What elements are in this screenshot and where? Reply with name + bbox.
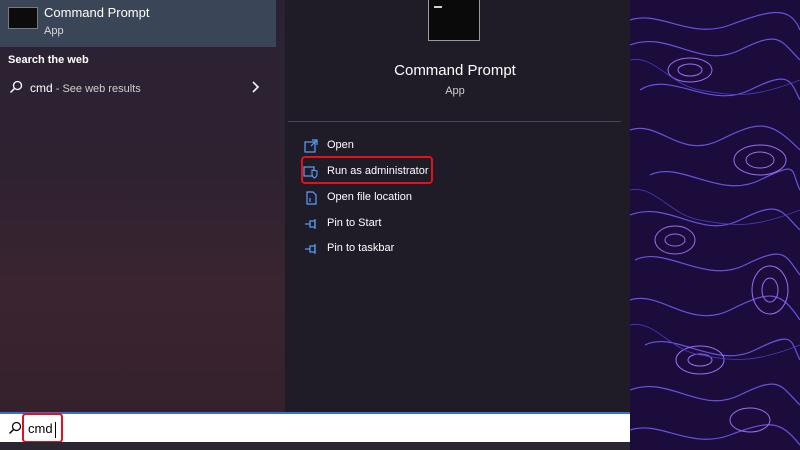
- search-input[interactable]: [28, 418, 588, 438]
- action-pin-to-start[interactable]: Pin to Start: [301, 213, 601, 235]
- taskbar-edge: [0, 442, 630, 450]
- chevron-right-icon[interactable]: [250, 80, 262, 99]
- action-open-file-location[interactable]: Open file location: [301, 187, 601, 209]
- cmd-query-highlight-box: [22, 413, 63, 443]
- prompt-cursor-mark: [434, 6, 442, 8]
- detail-app-subtitle: App: [445, 85, 465, 97]
- cmd-app-icon: [8, 7, 38, 29]
- search-the-web-heading: Search the web: [8, 54, 89, 66]
- search-icon: [9, 80, 23, 99]
- action-pin-to-taskbar[interactable]: Pin to taskbar: [301, 238, 601, 260]
- windows-search-screen: Command Prompt App Search the web cmd - …: [0, 0, 800, 450]
- best-match-title: Command Prompt: [44, 5, 150, 20]
- app-details-pane: Command Prompt App Open Run as administr…: [285, 0, 630, 412]
- detail-app-title: Command Prompt: [394, 62, 516, 79]
- pin-icon: [303, 241, 319, 262]
- best-match-subtitle: App: [44, 25, 64, 37]
- action-open[interactable]: Open: [301, 135, 601, 157]
- file-location-icon: [303, 190, 319, 211]
- web-result-text: cmd - See web results: [30, 81, 141, 95]
- action-open-file-location-label: Open file location: [327, 191, 412, 203]
- web-search-result[interactable]: cmd - See web results: [0, 76, 276, 100]
- web-query: cmd: [30, 81, 53, 95]
- search-icon: [8, 421, 22, 440]
- divider: [288, 121, 621, 122]
- search-results-pane: Command Prompt App Search the web cmd - …: [0, 0, 285, 412]
- cmd-preview-icon: [428, 0, 480, 41]
- search-box[interactable]: [0, 412, 630, 442]
- action-open-label: Open: [327, 139, 354, 151]
- best-match-result[interactable]: Command Prompt App: [0, 0, 276, 47]
- action-pin-to-start-label: Pin to Start: [327, 217, 382, 229]
- pin-icon: [303, 216, 319, 237]
- web-result-suffix: - See web results: [52, 83, 141, 95]
- topographic-pattern: [630, 0, 800, 450]
- desktop-wallpaper: [630, 0, 800, 450]
- action-pin-to-taskbar-label: Pin to taskbar: [327, 242, 395, 254]
- run-as-admin-highlight-box: [301, 156, 433, 184]
